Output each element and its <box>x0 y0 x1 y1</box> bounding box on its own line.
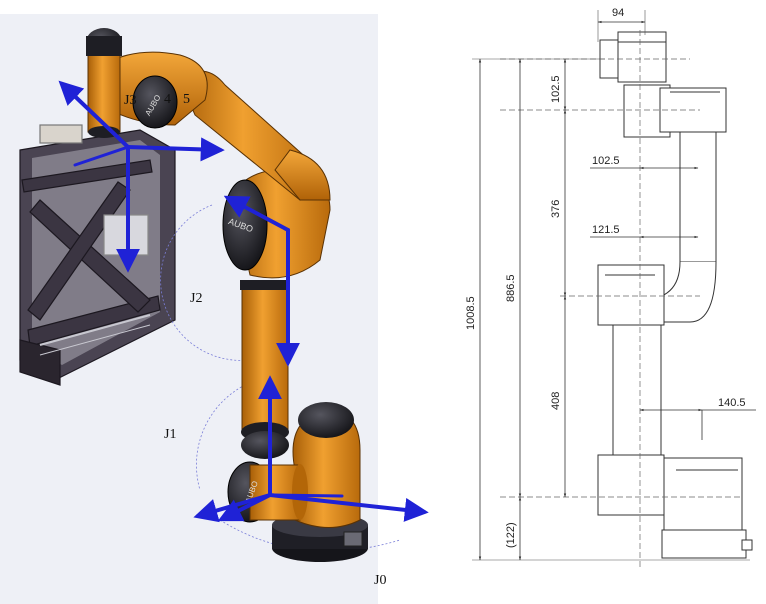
label-j3: J3 <box>124 93 136 108</box>
dim-102-5-side: 102.5 <box>592 155 620 167</box>
dim-886-5: 886.5 <box>505 274 517 302</box>
render-panel: AUBO AUBO AUBO J0 J1 J2 J3 4 5 <box>0 14 429 604</box>
label-j1: J1 <box>164 427 176 442</box>
label-j2: J2 <box>190 291 202 306</box>
j1-top-cap <box>298 402 354 438</box>
dim-1008-5: 1008.5 <box>465 296 477 330</box>
base-axis-y2 <box>268 493 344 498</box>
robot-outline <box>597 31 753 559</box>
dim-408: 408 <box>550 392 562 410</box>
dim-102-5-top: 102.5 <box>550 75 562 103</box>
dim-121-5: 121.5 <box>592 224 620 236</box>
label-j4: 4 <box>164 92 171 107</box>
robot-arm-figure: AUBO AUBO AUBO J0 J1 J2 J3 4 5 94 102.5 … <box>0 7 756 604</box>
label-j0: J0 <box>374 573 386 588</box>
dim-140-5: 140.5 <box>718 397 746 409</box>
dim-122: (122) <box>505 522 517 548</box>
dim-376: 376 <box>550 200 562 218</box>
dim-94: 94 <box>612 7 624 19</box>
label-j5: 5 <box>183 92 190 107</box>
